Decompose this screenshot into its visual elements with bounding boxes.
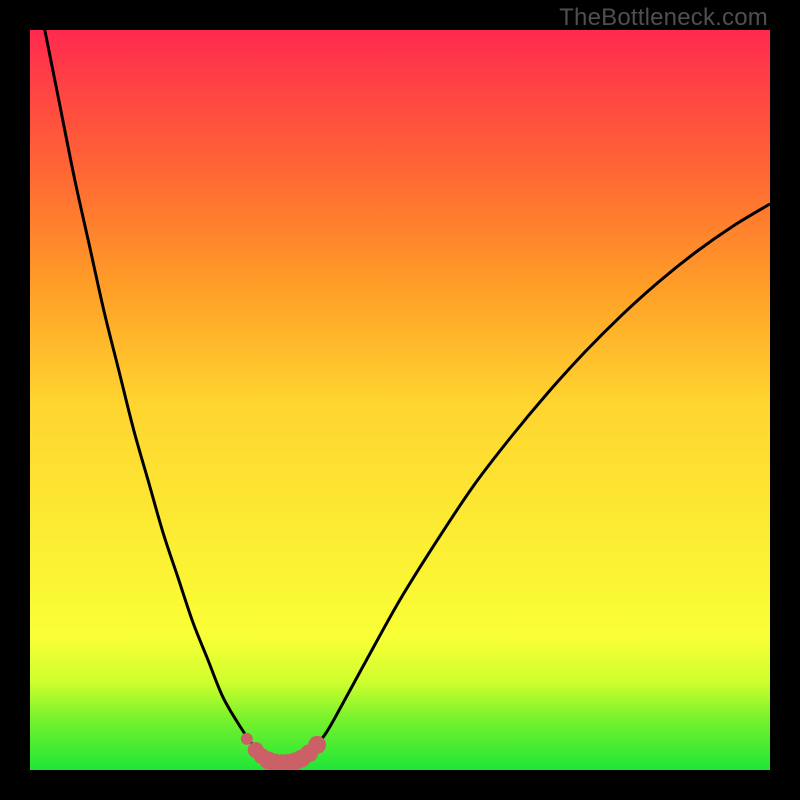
chart-svg [30, 30, 770, 770]
outer-frame: TheBottleneck.com [0, 0, 800, 800]
gradient-background [30, 30, 770, 770]
watermark-text: TheBottleneck.com [559, 4, 768, 32]
plot-area [30, 30, 770, 770]
marker-dot [241, 733, 253, 745]
marker-dot [308, 736, 326, 754]
